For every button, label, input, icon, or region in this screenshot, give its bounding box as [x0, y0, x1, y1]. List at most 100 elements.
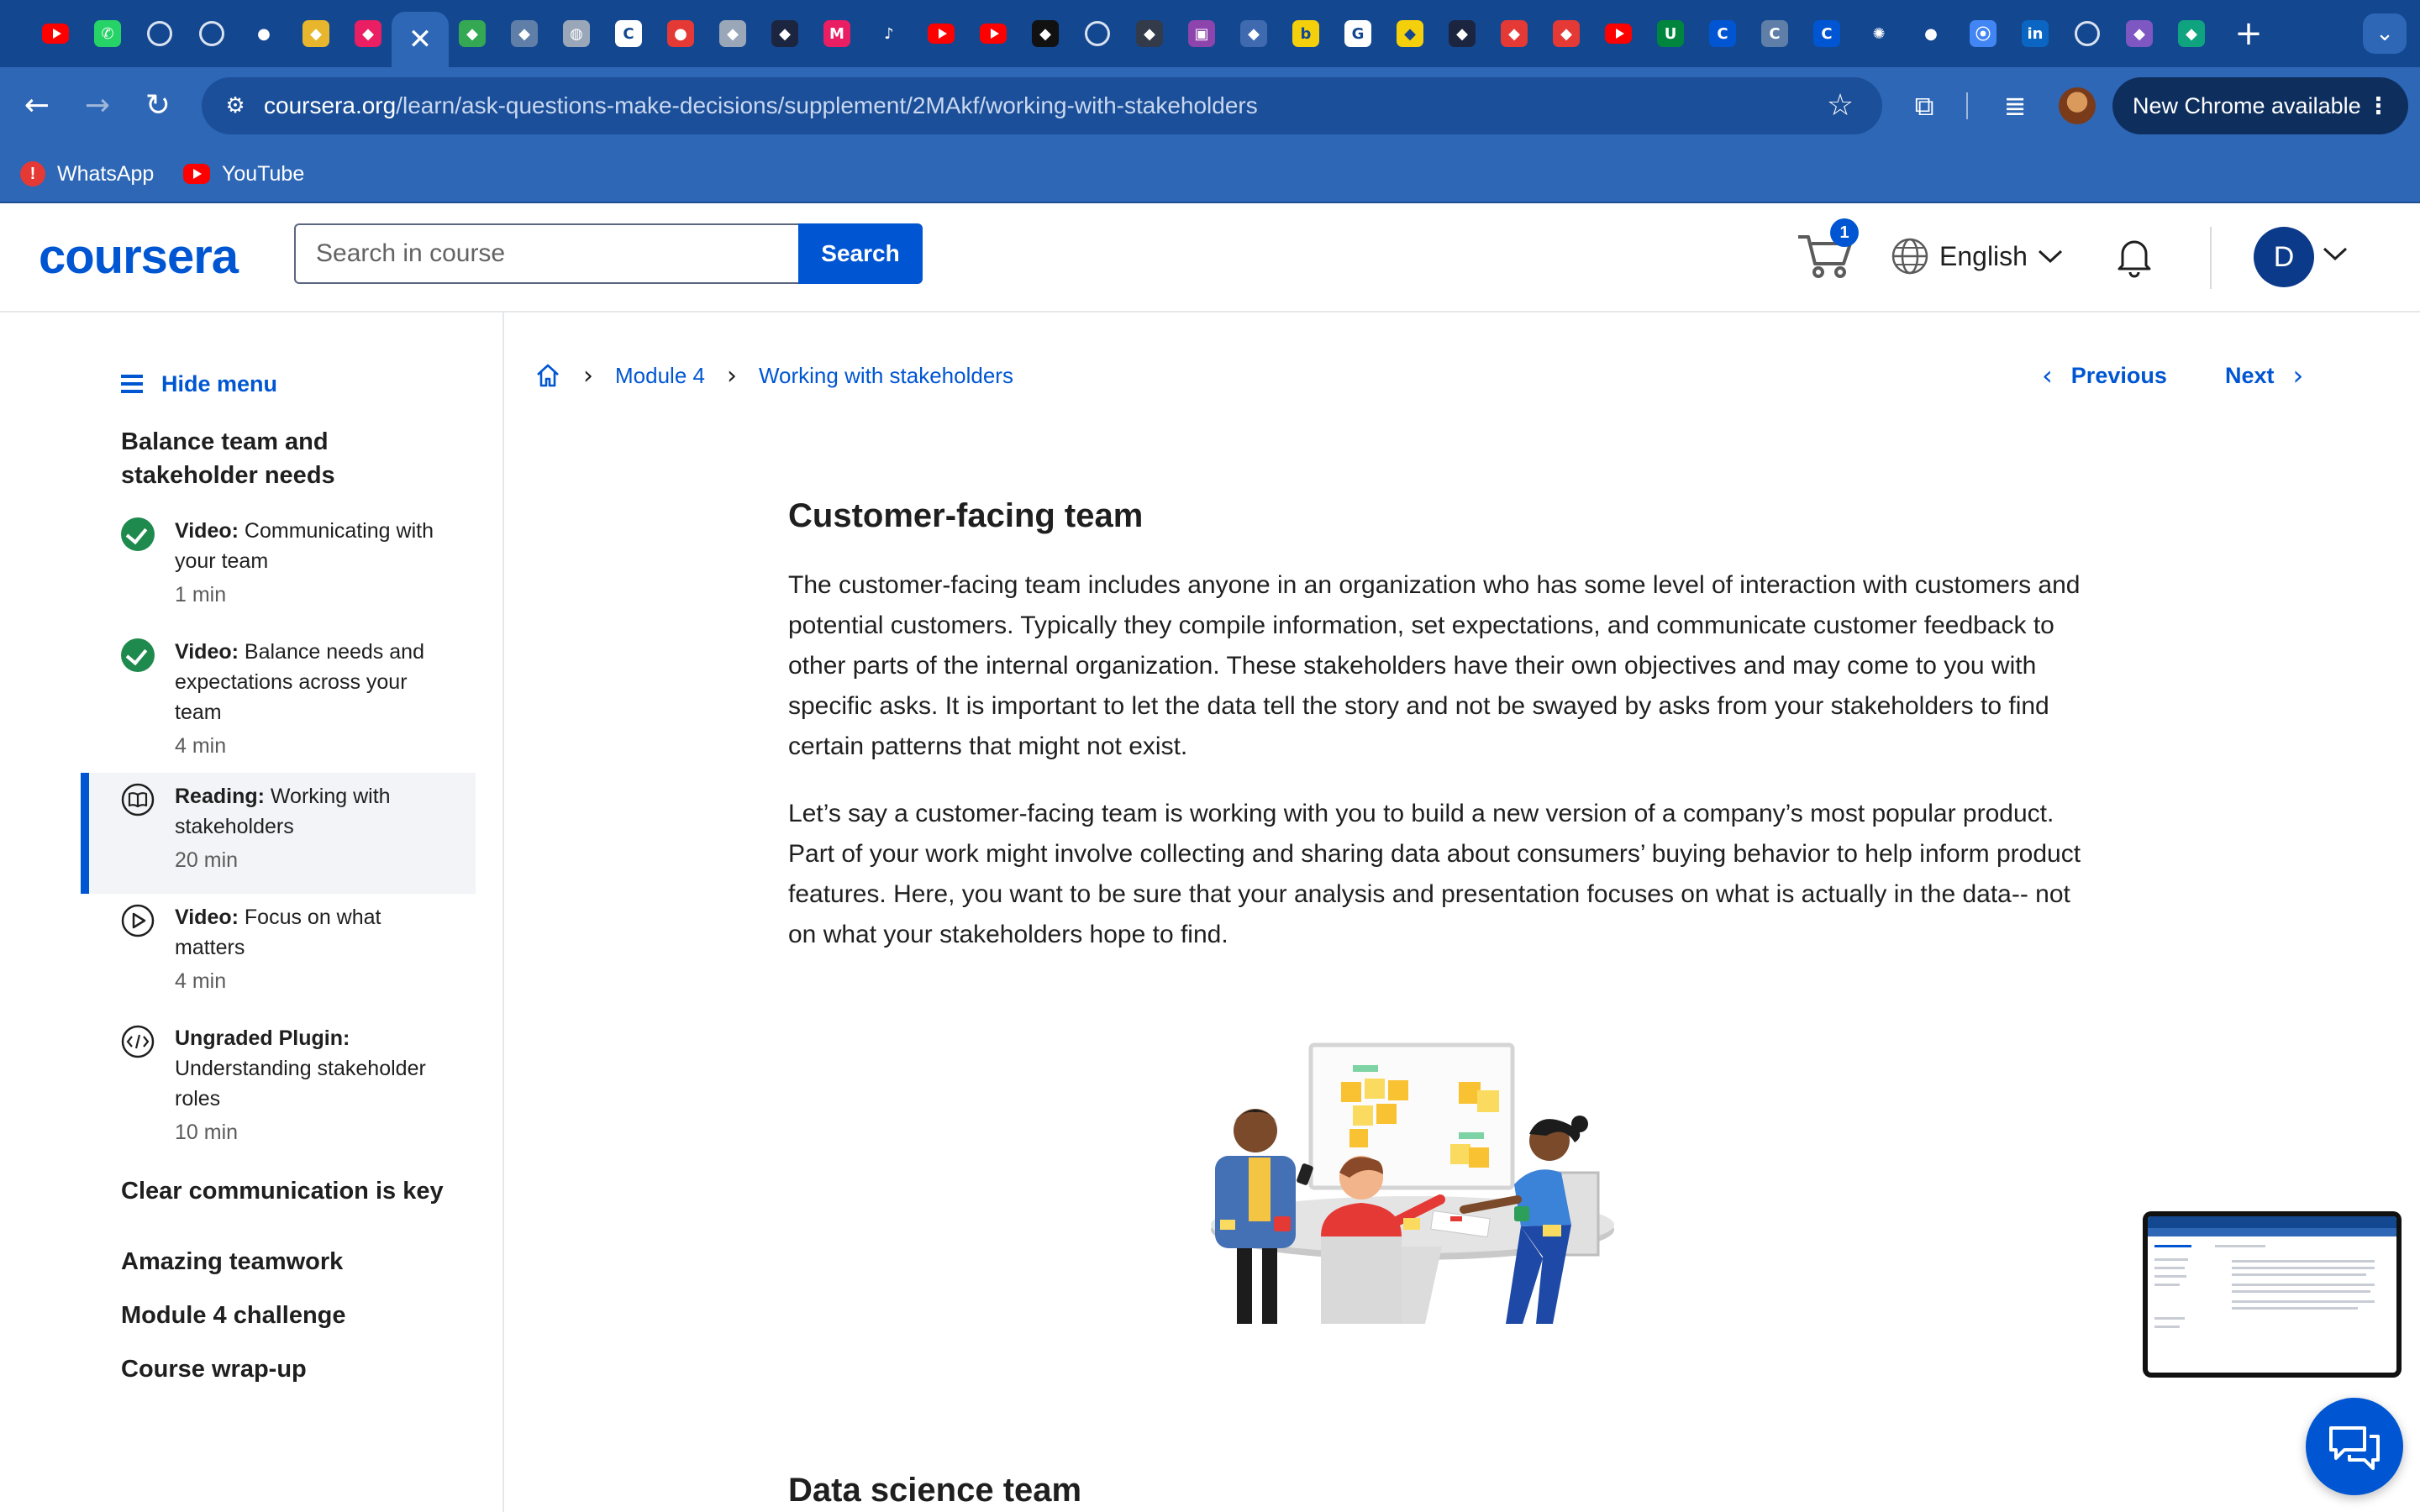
- tab[interactable]: C: [1754, 12, 1795, 55]
- section-title-amazing-teamwork[interactable]: Amazing teamwork: [121, 1245, 457, 1278]
- hide-menu-button[interactable]: Hide menu: [121, 363, 277, 405]
- screen-recording-preview[interactable]: [2143, 1211, 2402, 1378]
- tab[interactable]: ◆: [1390, 12, 1430, 55]
- bookmark-youtube[interactable]: YouTube: [183, 158, 304, 190]
- tab[interactable]: ◆: [1442, 12, 1482, 55]
- sidebar-item-understanding-stakeholder-roles[interactable]: Ungraded Plugin: Understanding stakehold…: [81, 1015, 476, 1166]
- section-title-clear-communication[interactable]: Clear communication is key: [121, 1174, 457, 1208]
- tab[interactable]: b: [1286, 12, 1326, 55]
- tab[interactable]: ✺: [1859, 12, 1899, 55]
- tab[interactable]: ♪: [869, 12, 909, 55]
- tab-search-button[interactable]: ⌄: [2363, 13, 2407, 54]
- tab[interactable]: ◆: [765, 12, 805, 55]
- url-text[interactable]: coursera.org/learn/ask-questions-make-de…: [264, 77, 1258, 134]
- site-info-icon[interactable]: ⚙: [218, 89, 252, 123]
- sidebar-item-balance-needs[interactable]: Video: Balance needs and expectations ac…: [81, 628, 476, 758]
- close-icon[interactable]: ✕: [408, 25, 433, 54]
- item-duration: 1 min: [175, 583, 227, 606]
- tab[interactable]: in: [2015, 12, 2055, 55]
- sidebar-item-working-with-stakeholders[interactable]: Reading: Working with stakeholders 20 min: [81, 773, 476, 894]
- coursera-logo[interactable]: coursera: [39, 228, 239, 285]
- coursera-icon: C: [1813, 20, 1840, 47]
- tab[interactable]: G: [1338, 12, 1378, 55]
- video-play-icon: [121, 904, 155, 937]
- youtube-icon: [183, 164, 210, 184]
- extensions-icon[interactable]: ⧉: [1904, 86, 1944, 126]
- paragraph: The customer-facing team includes anyone…: [788, 571, 2081, 760]
- code-plugin-icon: [121, 1025, 155, 1058]
- tab[interactable]: [1598, 12, 1639, 55]
- tab[interactable]: ◆: [2171, 12, 2212, 55]
- tab[interactable]: ◆: [504, 12, 544, 55]
- tab[interactable]: ◆: [1129, 12, 1170, 55]
- tab[interactable]: ✆: [87, 12, 128, 55]
- forward-button[interactable]: →: [77, 86, 118, 126]
- user-avatar[interactable]: D: [2254, 227, 2314, 287]
- tab[interactable]: C: [608, 12, 649, 55]
- sidebar-item-communicating-with-your-team[interactable]: Video: Communicating with your team 1 min: [81, 507, 476, 628]
- next-button[interactable]: Next ›: [2225, 358, 2303, 393]
- tab[interactable]: [192, 12, 232, 55]
- tab[interactable]: ●: [244, 12, 284, 55]
- app-icon: ◆: [1553, 20, 1580, 47]
- sidebar-item-focus-on-what-matters[interactable]: Video: Focus on what matters 4 min: [81, 894, 476, 1015]
- language-selector[interactable]: English: [1891, 235, 2075, 277]
- section-title-current[interactable]: Balance team and stakeholder needs: [121, 425, 457, 492]
- tab[interactable]: ◍: [556, 12, 597, 55]
- tab[interactable]: ⦿: [1963, 12, 2003, 55]
- tab[interactable]: [1077, 12, 1118, 55]
- new-chrome-available-button[interactable]: New Chrome available ⋮: [2112, 77, 2408, 134]
- profile-avatar[interactable]: [2059, 87, 2096, 124]
- section-title-module-4-challenge[interactable]: Module 4 challenge: [121, 1299, 457, 1332]
- coursera-icon: C: [1709, 20, 1736, 47]
- tab[interactable]: C: [1807, 12, 1847, 55]
- previous-button[interactable]: ‹ Previous: [2042, 358, 2167, 393]
- url-host: coursera.org: [264, 92, 397, 118]
- home-icon[interactable]: [534, 362, 561, 389]
- tab[interactable]: [2067, 12, 2107, 55]
- reload-button[interactable]: ↻: [138, 86, 178, 126]
- address-bar[interactable]: ⚙ coursera.org/learn/ask-questions-make-…: [202, 77, 1882, 134]
- bookmark-star-icon[interactable]: ☆: [1820, 86, 1860, 126]
- course-search-input[interactable]: [294, 223, 798, 284]
- coursera-icon: C: [615, 20, 642, 47]
- tab[interactable]: [139, 12, 180, 55]
- menu-icon: [121, 375, 143, 393]
- tab[interactable]: ◆: [1546, 12, 1586, 55]
- tab[interactable]: ◆: [296, 12, 336, 55]
- account-chevron-down-icon[interactable]: [2321, 245, 2349, 262]
- tab[interactable]: ◆: [713, 12, 753, 55]
- tab[interactable]: [921, 12, 961, 55]
- more-menu-icon[interactable]: ⋮: [2367, 77, 2390, 134]
- tab[interactable]: ●: [1911, 12, 1951, 55]
- back-button[interactable]: ←: [17, 86, 57, 126]
- bookmark-whatsapp[interactable]: WhatsApp: [20, 158, 154, 190]
- update-label: New Chrome available: [2133, 93, 2361, 118]
- tab[interactable]: ◆: [2119, 12, 2160, 55]
- tab[interactable]: C: [1702, 12, 1743, 55]
- chat-support-button[interactable]: [2306, 1398, 2403, 1495]
- my-unt-icon: U: [1657, 20, 1684, 47]
- tab[interactable]: ◆: [348, 12, 388, 55]
- tab[interactable]: [35, 12, 76, 55]
- course-sidebar: Hide menu Balance team and stakeholder n…: [0, 312, 504, 1512]
- tab[interactable]: ●: [660, 12, 701, 55]
- tab[interactable]: ◆: [1494, 12, 1534, 55]
- item-type: Video:: [175, 906, 239, 929]
- new-tab-button[interactable]: +: [2230, 15, 2267, 52]
- tab[interactable]: U: [1650, 12, 1691, 55]
- tab[interactable]: M: [817, 12, 857, 55]
- reading-list-icon[interactable]: ≣: [1995, 86, 2035, 126]
- breadcrumb-page-link[interactable]: Working with stakeholders: [759, 363, 1013, 389]
- section-title-course-wrap-up[interactable]: Course wrap-up: [121, 1352, 457, 1386]
- tab[interactable]: ▣: [1181, 12, 1222, 55]
- tab[interactable]: ◆: [1234, 12, 1274, 55]
- tab[interactable]: ◆: [452, 12, 492, 55]
- tab-active[interactable]: ✕: [392, 12, 449, 67]
- search-button[interactable]: Search: [798, 223, 923, 284]
- notifications-bell-icon[interactable]: [2111, 232, 2158, 279]
- preview-screen: [2148, 1216, 2396, 1373]
- tab[interactable]: [973, 12, 1013, 55]
- breadcrumb-module-link[interactable]: Module 4: [615, 363, 705, 389]
- tab[interactable]: ◆: [1025, 12, 1065, 55]
